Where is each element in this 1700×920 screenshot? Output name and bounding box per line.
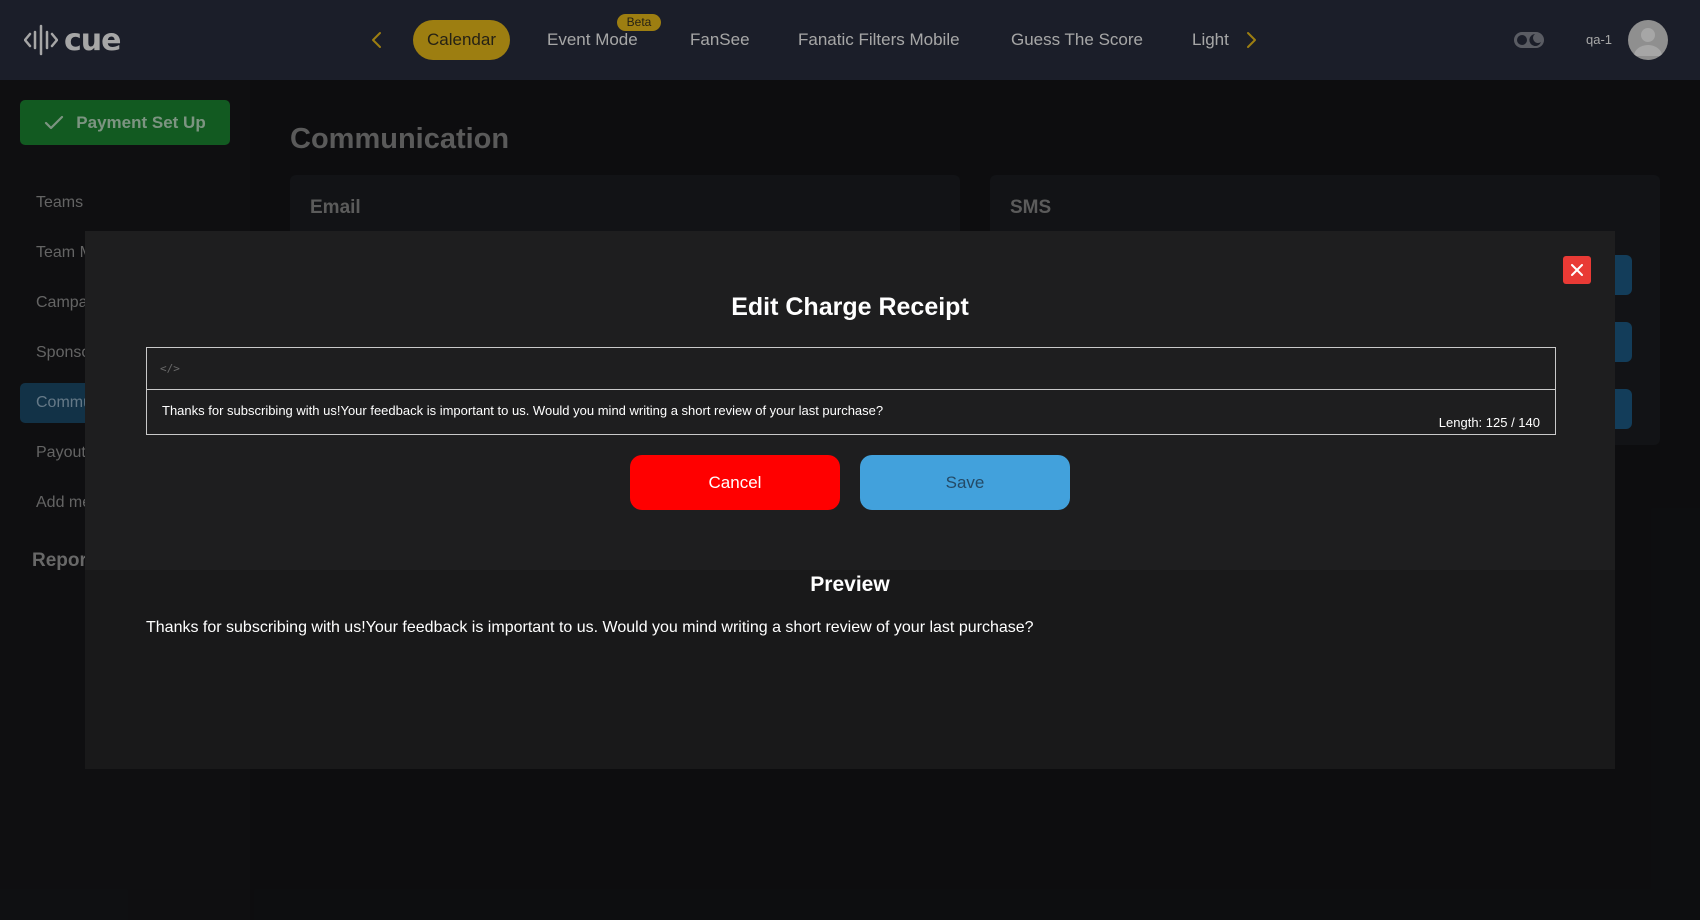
- cancel-button[interactable]: Cancel: [630, 455, 840, 510]
- preview-section: [85, 570, 1615, 769]
- receipt-text-input[interactable]: [162, 403, 1362, 418]
- preview-title: Preview: [810, 573, 890, 596]
- modal-title: Edit Charge Receipt: [731, 293, 969, 321]
- close-modal-button[interactable]: [1563, 256, 1591, 284]
- editor-toolbar: </>: [147, 348, 1555, 390]
- close-icon: [1571, 264, 1583, 276]
- code-view-icon[interactable]: </>: [160, 362, 180, 375]
- preview-text: Thanks for subscribing with us!Your feed…: [146, 619, 1034, 636]
- edit-charge-receipt-modal: Edit Charge Receipt </> Length: 125 / 14…: [85, 231, 1615, 769]
- save-button[interactable]: Save: [860, 455, 1070, 510]
- receipt-editor: </> Length: 125 / 140: [146, 347, 1556, 435]
- character-length-counter: Length: 125 / 140: [1438, 415, 1540, 430]
